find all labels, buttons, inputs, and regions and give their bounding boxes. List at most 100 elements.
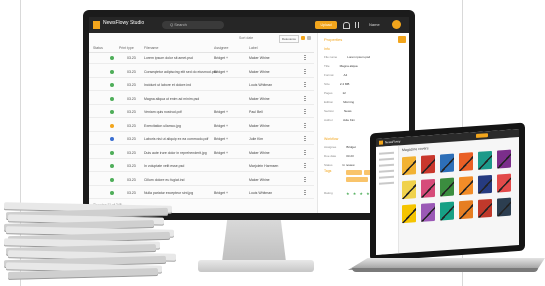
cover-thumbnail[interactable] bbox=[459, 200, 473, 220]
filename-cell[interactable]: Duis aute irure dolor in reprehenderit.j… bbox=[144, 151, 207, 155]
property-field: File name Lorem ipsum.psd bbox=[324, 55, 370, 59]
column-label[interactable]: Label bbox=[249, 46, 258, 50]
property-value[interactable]: 12 bbox=[343, 91, 346, 95]
table-row[interactable]: 03.23 Duis aute irure dolor in reprehende… bbox=[89, 148, 314, 159]
view-toggle-icon[interactable] bbox=[301, 36, 305, 40]
filter-dropdown[interactable]: Relevance bbox=[279, 35, 299, 43]
cover-thumbnail[interactable] bbox=[478, 150, 492, 170]
rating-stars[interactable]: ★ ★ ★ ★ bbox=[346, 191, 371, 196]
sort-label[interactable]: Sort date bbox=[239, 36, 253, 40]
row-menu-icon[interactable] bbox=[304, 122, 306, 129]
property-value[interactable]: A4 bbox=[344, 73, 348, 77]
row-menu-icon[interactable] bbox=[304, 109, 306, 115]
filename-cell[interactable]: Magna aliqua ut enim ad minim.psd bbox=[144, 97, 199, 101]
cover-thumbnail[interactable] bbox=[402, 204, 416, 224]
app-logo-text: NewsFlowy Studio bbox=[103, 20, 145, 26]
table-row[interactable]: 03.23 Laboris nisi ut aliquip ex ea commo… bbox=[89, 134, 314, 145]
cover-thumbnail[interactable] bbox=[440, 177, 454, 197]
label-cell: Marjolein Harmsen bbox=[249, 164, 279, 168]
row-menu-icon[interactable] bbox=[304, 190, 306, 196]
cover-thumbnail[interactable] bbox=[440, 153, 454, 173]
tag-chip[interactable] bbox=[346, 170, 362, 175]
cover-thumbnail[interactable] bbox=[421, 154, 435, 174]
table-row[interactable]: 03.23 Veniam quis nostrud.pdf Bridget + Pau… bbox=[89, 107, 314, 118]
monitor-stand-base bbox=[198, 260, 314, 272]
sidebar-item[interactable] bbox=[379, 175, 394, 179]
row-menu-icon[interactable] bbox=[304, 55, 306, 61]
cover-thumbnail[interactable] bbox=[440, 201, 454, 221]
assignee-cell: Bridget + bbox=[214, 123, 229, 128]
row-menu-icon[interactable] bbox=[304, 176, 306, 183]
table-row[interactable]: 03.23 Cillum dolore eu fugiat.ind Maker Wh… bbox=[89, 175, 314, 186]
property-value[interactable]: News bbox=[344, 109, 352, 113]
sidebar-item[interactable] bbox=[379, 163, 394, 167]
row-menu-icon[interactable] bbox=[304, 82, 306, 88]
table-row[interactable]: 03.23 Exercitation ullamco.jpg Bridget + Ma… bbox=[89, 121, 314, 132]
search-input[interactable]: Q Search bbox=[162, 21, 224, 29]
sidebar-item[interactable] bbox=[379, 151, 394, 155]
property-value[interactable]: 03.23 bbox=[346, 154, 354, 158]
table-row[interactable]: 03.23 In voluptate velit esse.psd Marjolei… bbox=[89, 161, 314, 172]
table-row[interactable]: 03.23 Nulla pariatur excepteur sint.jpg Br… bbox=[89, 188, 314, 199]
list-view-icon[interactable] bbox=[307, 36, 311, 40]
property-value[interactable]: Lorem ipsum.psd bbox=[347, 55, 370, 59]
row-menu-icon[interactable] bbox=[304, 95, 306, 102]
panel-action-button[interactable] bbox=[398, 36, 406, 43]
column-print-type[interactable]: Print type bbox=[119, 46, 134, 50]
tag-chip[interactable] bbox=[346, 177, 368, 182]
property-value[interactable]: In review bbox=[343, 163, 355, 167]
table-row[interactable]: 03.23 Incidunt ut labore et dolore.ind Lou… bbox=[89, 80, 314, 91]
row-menu-icon[interactable] bbox=[304, 149, 306, 156]
property-field: Title Magna aliqua bbox=[324, 64, 358, 68]
property-value[interactable]: Magna aliqua bbox=[340, 64, 358, 68]
row-menu-icon[interactable] bbox=[304, 163, 306, 169]
cover-thumbnail[interactable] bbox=[497, 149, 511, 169]
cover-thumbnail[interactable] bbox=[497, 173, 511, 193]
filename-cell[interactable]: Conseqtetur adipiscing elit sed do eiusm… bbox=[144, 70, 217, 74]
property-key: Edition bbox=[324, 100, 334, 104]
cover-thumbnail[interactable] bbox=[459, 152, 473, 172]
cover-thumbnail[interactable] bbox=[459, 176, 473, 196]
sidebar-item[interactable] bbox=[379, 169, 394, 173]
grid-icon[interactable] bbox=[355, 22, 361, 28]
table-row[interactable]: 03.23 Lorem ipsum dolor sit amet.psd Bridg… bbox=[89, 53, 314, 64]
property-value[interactable]: 2.4 MB bbox=[340, 82, 350, 86]
row-menu-icon[interactable] bbox=[304, 68, 306, 75]
filename-cell[interactable]: Exercitation ullamco.jpg bbox=[144, 124, 181, 128]
bell-icon[interactable] bbox=[343, 22, 350, 29]
sidebar-item[interactable] bbox=[379, 157, 394, 161]
filename-cell[interactable]: Cillum dolore eu fugiat.ind bbox=[144, 178, 184, 182]
cover-thumbnail[interactable] bbox=[497, 197, 511, 217]
upload-button[interactable]: Upload bbox=[315, 21, 337, 29]
column-assignee[interactable]: Assignee bbox=[214, 46, 228, 50]
cover-thumbnail[interactable] bbox=[402, 180, 416, 200]
print-type-cell: 03.23 bbox=[127, 137, 136, 141]
property-field: Format A4 bbox=[324, 73, 347, 77]
filename-cell[interactable]: Laboris nisi ut aliquip ex ea commodo.pd… bbox=[144, 137, 208, 141]
filename-cell[interactable]: Lorem ipsum dolor sit amet.psd bbox=[144, 56, 193, 60]
column-filename[interactable]: Filename bbox=[144, 46, 158, 50]
cover-thumbnail[interactable] bbox=[478, 198, 492, 218]
sidebar-item[interactable] bbox=[379, 181, 394, 185]
property-value[interactable]: Julie Kim bbox=[343, 118, 355, 122]
cover-thumbnail[interactable] bbox=[402, 156, 416, 176]
status-dot bbox=[110, 123, 114, 128]
property-value[interactable]: Morning bbox=[343, 100, 354, 104]
avatar[interactable] bbox=[392, 20, 401, 29]
filename-cell[interactable]: Nulla pariatur excepteur sint.jpg bbox=[144, 191, 193, 195]
status-dot bbox=[110, 96, 114, 101]
table-row[interactable]: 03.23 Magna aliqua ut enim ad minim.psd Ma… bbox=[89, 94, 314, 105]
row-menu-icon[interactable] bbox=[304, 136, 306, 142]
cover-thumbnail[interactable] bbox=[478, 174, 492, 194]
filename-cell[interactable]: Veniam quis nostrud.pdf bbox=[144, 110, 182, 114]
filename-cell[interactable]: Incidunt ut labore et dolore.ind bbox=[144, 83, 191, 87]
cover-thumbnail[interactable] bbox=[421, 202, 435, 222]
filename-cell[interactable]: In voluptate velit esse.psd bbox=[144, 164, 184, 168]
property-value[interactable]: Bridget bbox=[346, 145, 356, 149]
desktop-monitor: NewsFlowy Studio Q Search Upload Name So… bbox=[83, 10, 415, 220]
user-name[interactable]: Name bbox=[369, 22, 380, 27]
column-status[interactable]: Status bbox=[93, 46, 103, 50]
table-row[interactable]: 03.23 Conseqtetur adipiscing elit sed do … bbox=[89, 67, 314, 78]
laptop-upload-button[interactable] bbox=[476, 133, 488, 139]
cover-thumbnail[interactable] bbox=[421, 178, 435, 198]
